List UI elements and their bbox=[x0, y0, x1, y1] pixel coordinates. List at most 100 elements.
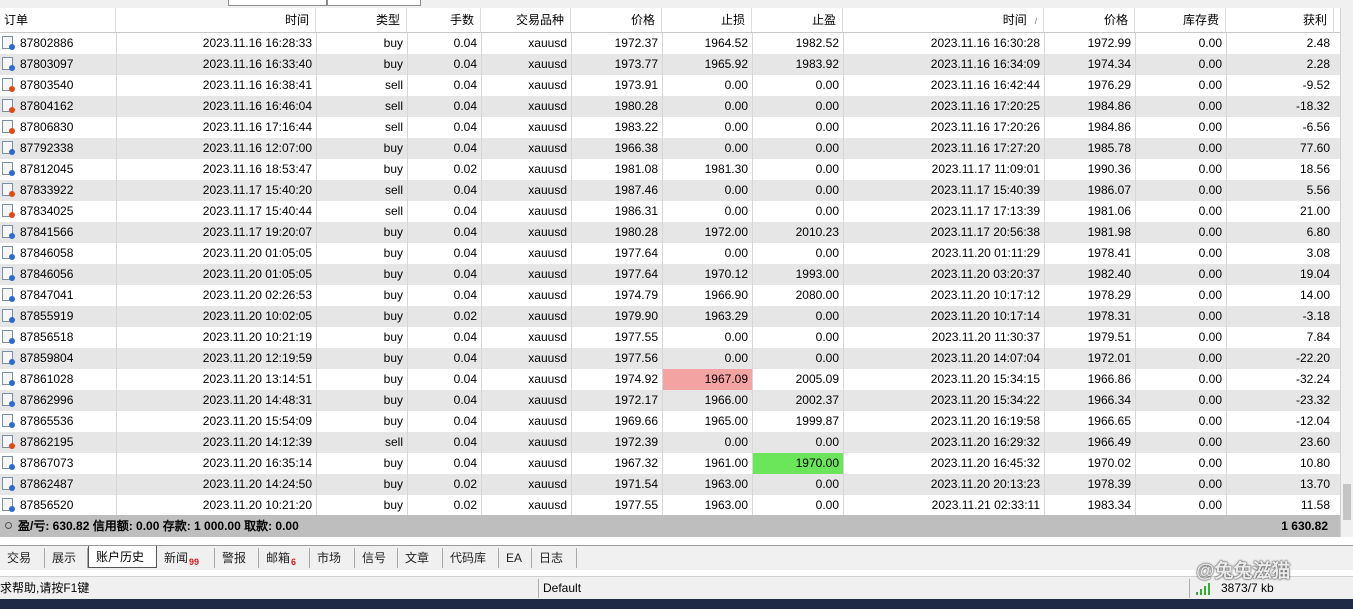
buy-order-icon bbox=[2, 393, 15, 407]
header-type-col[interactable]: 类型 bbox=[316, 8, 407, 32]
table-row[interactable]: 87833922 2023.11.17 15:40:20 sell 0.04 xauus… bbox=[0, 180, 1340, 201]
column-divider bbox=[316, 75, 317, 96]
column-divider bbox=[116, 411, 117, 432]
tab-4[interactable]: 警报 bbox=[215, 548, 259, 568]
cell-open-price-col: 1983.22 bbox=[614, 120, 658, 134]
cell-stop-loss-col: 1961.00 bbox=[704, 456, 748, 470]
cell-take-profit-col: 0.00 bbox=[815, 309, 839, 323]
table-row[interactable]: 87862487 2023.11.20 14:24:50 buy 0.02 xauusd… bbox=[0, 474, 1340, 495]
cell-close-price-col: 1983.34 bbox=[1087, 498, 1131, 512]
header-take-profit-col[interactable]: 止盈 bbox=[752, 8, 843, 32]
header-close-price-col[interactable]: 价格 bbox=[1044, 8, 1135, 32]
status-profile[interactable]: Default bbox=[543, 577, 581, 599]
tab-10[interactable]: EA bbox=[499, 548, 532, 568]
header-symbol-col[interactable]: 交易品种 bbox=[481, 8, 571, 32]
header-lots-col[interactable]: 手数 bbox=[407, 8, 481, 32]
table-row[interactable]: 87802886 2023.11.16 16:28:33 buy 0.04 xauusd… bbox=[0, 33, 1340, 54]
cell-type-col: buy bbox=[383, 498, 403, 512]
cell-stop-loss-col: 0.00 bbox=[724, 141, 748, 155]
table-row[interactable]: 87847041 2023.11.20 02:26:53 buy 0.04 xauusd… bbox=[0, 285, 1340, 306]
cell-take-profit-col: 2010.23 bbox=[795, 225, 839, 239]
column-divider bbox=[407, 264, 408, 285]
tab-6[interactable]: 市场 bbox=[310, 548, 355, 568]
cell-take-profit-col: 0.00 bbox=[815, 141, 839, 155]
table-row[interactable]: 87834025 2023.11.17 15:40:44 sell 0.04 xauus… bbox=[0, 201, 1340, 222]
header-label: 库存费 bbox=[1182, 13, 1219, 27]
tab-11[interactable]: 日志 bbox=[532, 548, 577, 568]
header-swap-col[interactable]: 库存费 bbox=[1135, 8, 1226, 32]
cell-close-price-col: 1972.99 bbox=[1087, 36, 1131, 50]
table-row[interactable]: 87812045 2023.11.16 18:53:47 buy 0.02 xauusd… bbox=[0, 159, 1340, 180]
sell-order-icon bbox=[2, 204, 15, 218]
cell-lots-col: 0.04 bbox=[453, 351, 477, 365]
header-open-price-col[interactable]: 价格 bbox=[571, 8, 662, 32]
header-stop-loss-col[interactable]: 止损 bbox=[662, 8, 752, 32]
column-divider bbox=[752, 453, 753, 474]
table-row[interactable]: 87855919 2023.11.20 10:02:05 buy 0.02 xauusd… bbox=[0, 306, 1340, 327]
tab-7[interactable]: 信号 bbox=[355, 548, 398, 568]
column-divider bbox=[316, 33, 317, 54]
tab-2[interactable]: 账户历史 bbox=[88, 546, 157, 568]
tab-3[interactable]: 新闻99 bbox=[157, 548, 215, 568]
column-divider bbox=[1135, 180, 1136, 201]
table-row[interactable]: 87846058 2023.11.20 01:05:05 buy 0.04 xauusd… bbox=[0, 243, 1340, 264]
column-divider bbox=[1226, 138, 1227, 159]
cell-lots-col: 0.04 bbox=[453, 372, 477, 386]
order-type-dot bbox=[9, 275, 15, 281]
buy-order-icon bbox=[2, 141, 15, 155]
column-divider bbox=[481, 432, 482, 453]
cell-close-time-col: 2023.11.16 17:20:25 bbox=[930, 99, 1040, 113]
table-row[interactable]: 87803097 2023.11.16 16:33:40 buy 0.04 xauusd… bbox=[0, 54, 1340, 75]
table-row[interactable]: 87862996 2023.11.20 14:48:31 buy 0.04 xauusd… bbox=[0, 390, 1340, 411]
tab-8[interactable]: 文章 bbox=[398, 548, 443, 568]
column-divider bbox=[116, 33, 117, 54]
cell-close-time-col: 2023.11.20 11:30:37 bbox=[931, 330, 1040, 344]
header-label: 类型 bbox=[375, 13, 400, 27]
cell-open-price-col: 1973.77 bbox=[614, 57, 658, 71]
cell-take-profit-col: 0.00 bbox=[815, 435, 839, 449]
cell-swap-col: 0.00 bbox=[1198, 36, 1222, 50]
scrollbar-thumb[interactable] bbox=[1343, 484, 1351, 520]
tab-0[interactable]: 交易 bbox=[0, 548, 45, 568]
header-order-col[interactable]: 订单 bbox=[0, 8, 116, 32]
tab-1[interactable]: 展示 bbox=[45, 548, 88, 568]
cell-stop-loss-col: 1963.00 bbox=[704, 498, 748, 512]
buy-order-icon bbox=[2, 414, 15, 428]
total-profit: 1 630.82 bbox=[1281, 519, 1328, 533]
table-row[interactable]: 87856520 2023.11.20 10:21:20 buy 0.02 xauusd… bbox=[0, 495, 1340, 516]
table-row[interactable]: 87859804 2023.11.20 12:19:59 buy 0.04 xauusd… bbox=[0, 348, 1340, 369]
table-row[interactable]: 87846056 2023.11.20 01:05:05 buy 0.04 xauusd… bbox=[0, 264, 1340, 285]
table-row[interactable]: 87856518 2023.11.20 10:21:19 buy 0.04 xauusd… bbox=[0, 327, 1340, 348]
sell-order-icon bbox=[2, 435, 15, 449]
cell-take-profit-col: 2002.37 bbox=[795, 393, 839, 407]
cell-profit-col: 2.28 bbox=[1306, 57, 1330, 71]
tab-5[interactable]: 邮箱6 bbox=[259, 548, 310, 568]
header-profit-col[interactable]: 获利 bbox=[1226, 8, 1334, 32]
cell-swap-col: 0.00 bbox=[1198, 330, 1222, 344]
order-type-dot bbox=[9, 485, 15, 491]
table-row[interactable]: 87867073 2023.11.20 16:35:14 buy 0.04 xauusd… bbox=[0, 453, 1340, 474]
cell-profit-col: 14.00 bbox=[1299, 288, 1330, 302]
tab-label: 账户历史 bbox=[96, 550, 145, 564]
table-row[interactable]: 87841566 2023.11.17 19:20:07 buy 0.04 xauusd… bbox=[0, 222, 1340, 243]
cell-take-profit-col: 2080.00 bbox=[795, 288, 839, 302]
table-row[interactable]: 87804162 2023.11.16 16:46:04 sell 0.04 xauus… bbox=[0, 96, 1340, 117]
table-row[interactable]: 87865536 2023.11.20 15:54:09 buy 0.04 xauusd… bbox=[0, 411, 1340, 432]
cell-close-time-col: 2023.11.20 15:34:15 bbox=[930, 372, 1040, 386]
header-open-time-col[interactable]: 时间 bbox=[116, 8, 316, 32]
order-type-dot bbox=[9, 422, 15, 428]
tab-9[interactable]: 代码库 bbox=[443, 548, 499, 568]
header-close-time-col[interactable]: 时间 / bbox=[843, 8, 1044, 32]
table-row[interactable]: 87792338 2023.11.16 12:07:00 buy 0.04 xauusd… bbox=[0, 138, 1340, 159]
cell-stop-loss-col: 0.00 bbox=[724, 351, 748, 365]
cell-lots-col: 0.02 bbox=[453, 309, 477, 323]
table-row[interactable]: 87862195 2023.11.20 14:12:39 sell 0.04 xauus… bbox=[0, 432, 1340, 453]
cell-take-profit-col: 0.00 bbox=[815, 183, 839, 197]
table-row[interactable]: 87806830 2023.11.16 17:16:44 sell 0.04 xauus… bbox=[0, 117, 1340, 138]
window-bottom-edge bbox=[0, 599, 1353, 609]
table-row[interactable]: 87803540 2023.11.16 16:38:41 sell 0.04 xauus… bbox=[0, 75, 1340, 96]
vertical-scrollbar[interactable] bbox=[1340, 8, 1353, 537]
cell-profit-col: -12.04 bbox=[1295, 414, 1330, 428]
table-row[interactable]: 87861028 2023.11.20 13:14:51 buy 0.04 xauusd… bbox=[0, 369, 1340, 390]
tab-label: 信号 bbox=[362, 551, 387, 565]
